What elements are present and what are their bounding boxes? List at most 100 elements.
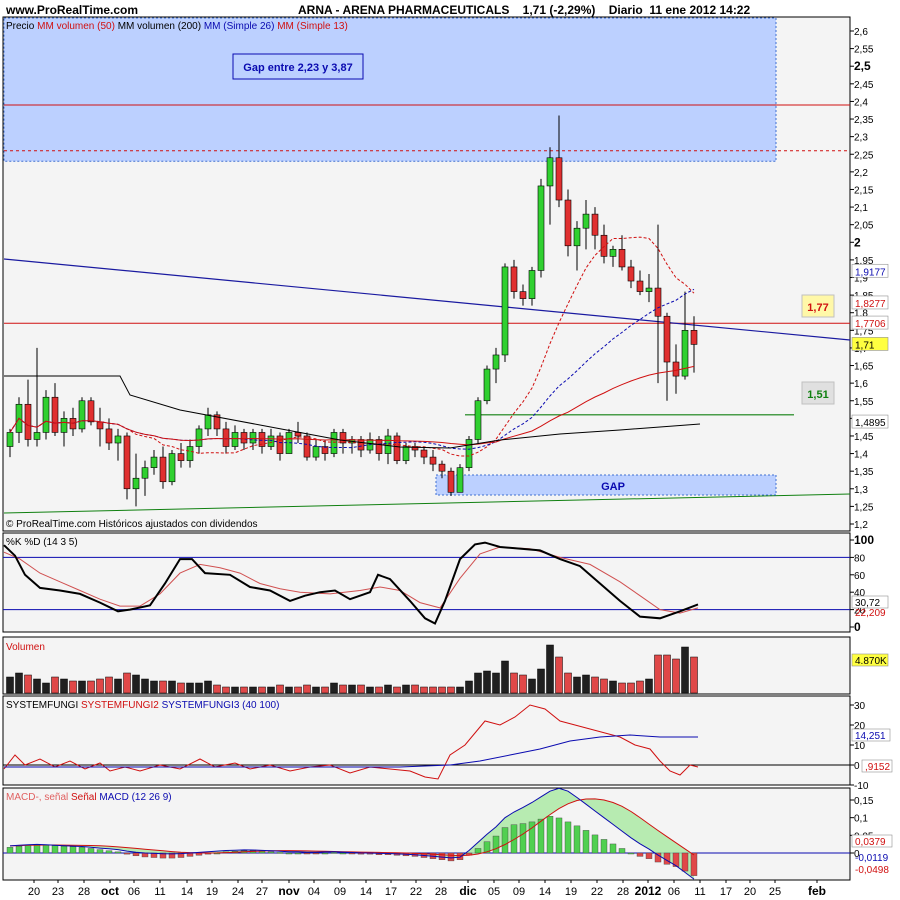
- volume-bar: [402, 684, 410, 694]
- macd-hist-bar: [78, 847, 86, 854]
- candle-body: [402, 446, 410, 461]
- candle-body: [132, 477, 140, 490]
- macd-hist-bar: [132, 852, 140, 857]
- candle-body: [42, 396, 50, 433]
- candle-body: [420, 449, 428, 458]
- macd-hist-bar: [33, 844, 41, 854]
- volume-bar: [42, 682, 50, 694]
- volume-bar: [447, 686, 455, 694]
- macd-hist-bar: [573, 825, 581, 854]
- stoch-panel: [2, 532, 851, 633]
- macd-hist-bar: [681, 852, 689, 872]
- stoch-tick-label: 0: [854, 620, 861, 634]
- volume-bar: [177, 682, 185, 694]
- stoch-tick-label: 100: [854, 533, 874, 547]
- fungi2-value-label: ,9152: [865, 762, 890, 773]
- candle-body: [96, 421, 104, 430]
- candle-body: [114, 435, 122, 444]
- volume-bar: [600, 678, 608, 694]
- volume-bar: [330, 682, 338, 694]
- volume-bar: [564, 672, 572, 694]
- price-value-label: 1,7706: [855, 319, 886, 330]
- macd-hist-bar: [645, 852, 653, 859]
- volume-bar: [204, 680, 212, 694]
- volume-bar: [645, 678, 653, 694]
- volume-bar: [420, 686, 428, 694]
- volume-bar: [51, 676, 59, 694]
- fungi-legend-item: SYSTEMFUNGI3 (40 100): [162, 700, 280, 711]
- candle-body: [546, 157, 554, 187]
- macd-hist-bar: [609, 843, 617, 854]
- stoch-tick-label: 60: [854, 571, 866, 582]
- price-tick-label: 2,05: [854, 221, 874, 232]
- macd-hist-bar: [564, 821, 572, 854]
- x-tick-label: 04: [308, 886, 320, 898]
- candle-body: [51, 396, 59, 433]
- volume-bar: [24, 674, 32, 694]
- candle-body: [483, 368, 491, 402]
- macd-hist-value-label: -0,0498: [855, 865, 889, 876]
- macd-hist-bar: [636, 852, 644, 857]
- x-tick-label: 20: [744, 886, 756, 898]
- x-tick-label: 2012: [635, 884, 662, 898]
- candle-body: [537, 185, 545, 271]
- macd-hist-bar: [6, 847, 14, 854]
- macd-hist-bar: [510, 824, 518, 854]
- volume-bar: [528, 678, 536, 694]
- volume-bar: [348, 684, 356, 694]
- macd-legend-item: MACD-, señal: [6, 792, 71, 803]
- x-tick-label: feb: [808, 884, 826, 898]
- candle-body: [240, 432, 248, 444]
- volume-bar: [582, 674, 590, 694]
- stock-chart[interactable]: Gap entre 2,23 y 3,87 GAP 1,77 1,51 Precio M…: [0, 0, 900, 900]
- x-tick-label: oct: [101, 884, 119, 898]
- x-tick-label: 25: [769, 886, 781, 898]
- price-tick-label: 1,65: [854, 362, 874, 373]
- price-tick-label: 1,45: [854, 432, 874, 443]
- candle-body: [501, 266, 509, 356]
- macd-hist-bar: [456, 852, 464, 860]
- candle-body: [159, 456, 167, 483]
- candle-body: [582, 213, 590, 229]
- macd-hist-bar: [51, 845, 59, 854]
- candle-body: [375, 439, 383, 454]
- candle-body: [231, 432, 239, 447]
- volume-bar: [501, 660, 509, 694]
- macd-hist-bar: [501, 827, 509, 854]
- candle-body: [645, 287, 653, 292]
- x-tick-label: 19: [206, 886, 218, 898]
- volume-bar: [231, 686, 239, 694]
- volume-bar: [267, 686, 275, 694]
- macd-hist-bar: [447, 852, 455, 862]
- x-tick-label: 22: [410, 886, 422, 898]
- macd-hist-bar: [519, 823, 527, 854]
- candle-body: [141, 467, 149, 479]
- macd-hist-bar: [69, 846, 77, 854]
- candle-body: [312, 446, 320, 458]
- candle-body: [222, 428, 230, 447]
- fungi-legend-item: SYSTEMFUNGI: [6, 700, 81, 711]
- volume-bar: [69, 680, 77, 694]
- candle-body: [168, 453, 176, 483]
- volume-bar: [213, 684, 221, 694]
- candle-body: [663, 315, 671, 363]
- fungi-tick-label: -10: [854, 781, 869, 792]
- price-value-label: 1,9177: [855, 267, 886, 278]
- macd-hist-bar: [618, 848, 626, 854]
- macd-hist-bar: [348, 852, 356, 855]
- candle-body: [627, 266, 635, 282]
- candle-body: [330, 432, 338, 454]
- price-tick-label: 2,3: [854, 133, 868, 144]
- volume-bar: [132, 674, 140, 694]
- x-tick-label: 24: [232, 886, 244, 898]
- volume-bar: [6, 676, 14, 694]
- volume-bar: [483, 670, 491, 694]
- macd-hist-bar: [537, 818, 545, 854]
- price-legend-item: MM volumen (50): [37, 21, 118, 32]
- candle-body: [6, 432, 14, 447]
- volume-bar: [33, 678, 41, 694]
- macd-hist-bar: [24, 844, 32, 854]
- macd-hist-bar: [105, 850, 113, 854]
- level-151-label: 1,51: [807, 389, 828, 401]
- macd-tick-label: 0,15: [854, 796, 874, 807]
